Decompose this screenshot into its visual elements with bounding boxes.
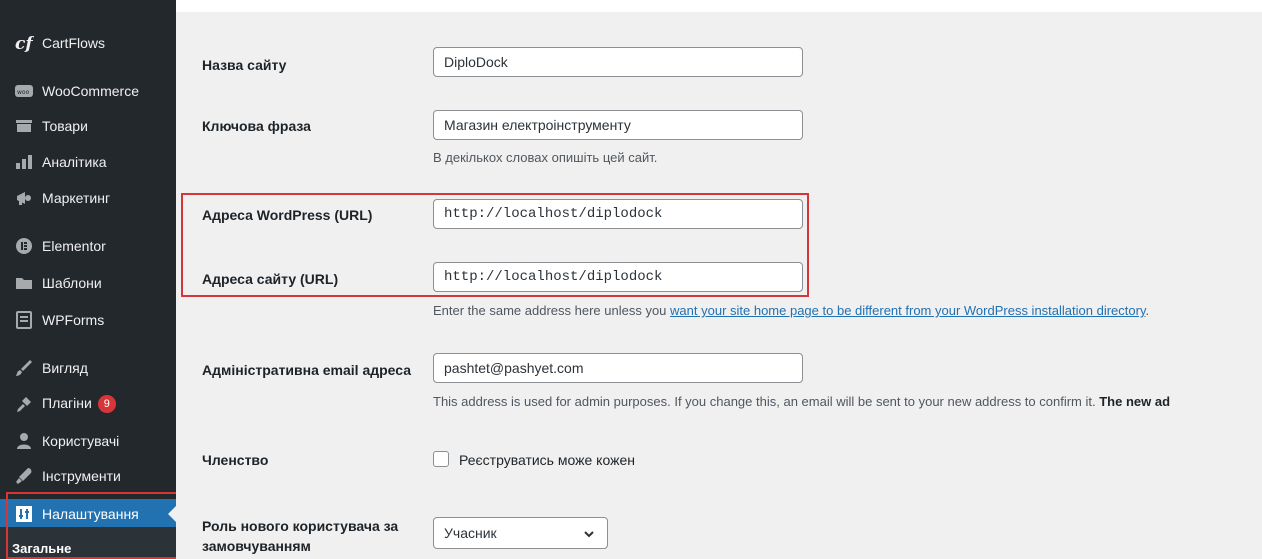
- wpforms-icon: [14, 310, 34, 330]
- admin-sidebar: cf CartFlows woo WooCommerce Товари Анал…: [0, 0, 178, 559]
- tools-icon: [14, 466, 34, 486]
- sidebar-item-marketing[interactable]: Маркетинг: [0, 183, 176, 213]
- sidebar-item-tools[interactable]: Інструменти: [0, 461, 176, 491]
- settings-icon: [14, 504, 34, 524]
- membership-label: Членство: [202, 452, 269, 468]
- users-icon: [14, 431, 34, 451]
- sidebar-item-label: Вигляд: [42, 360, 88, 376]
- tagline-description: В декількох словах опишіть цей сайт.: [433, 150, 658, 165]
- plugins-icon: [14, 394, 34, 414]
- analytics-icon: [14, 152, 34, 172]
- settings-form-area: Назва сайту DiploDock Ключова фраза Мага…: [176, 0, 1262, 559]
- site-address-input[interactable]: http://localhost/diplodock: [433, 262, 803, 292]
- sidebar-item-label: Elementor: [42, 238, 106, 254]
- chevron-down-icon: [583, 527, 595, 543]
- update-count-badge: 9: [97, 395, 116, 414]
- default-role-label-line1: Роль нового користувача за: [202, 518, 399, 534]
- cartflows-icon: cf: [14, 33, 34, 53]
- default-role-select[interactable]: Учасник: [433, 517, 608, 549]
- sidebar-item-analytics[interactable]: Аналітика: [0, 147, 176, 177]
- sidebar-item-label: Плагіни 9: [42, 395, 116, 414]
- site-title-input[interactable]: DiploDock: [433, 47, 803, 77]
- sidebar-item-label: Налаштування: [42, 506, 139, 522]
- sidebar-item-elementor[interactable]: Elementor: [0, 231, 176, 261]
- sidebar-item-plugins[interactable]: Плагіни 9: [0, 389, 176, 419]
- sidebar-item-settings[interactable]: Налаштування: [0, 499, 176, 529]
- settings-submenu: Загальне: [0, 527, 176, 559]
- sidebar-item-label: WPForms: [42, 312, 105, 328]
- site-address-description: Enter the same address here unless you w…: [433, 303, 1150, 318]
- products-icon: [14, 116, 34, 136]
- wp-address-label: Адреса WordPress (URL): [202, 207, 373, 223]
- admin-email-label: Адміністративна email адреса: [202, 362, 412, 378]
- submenu-item-general[interactable]: Загальне: [12, 541, 71, 556]
- sidebar-item-label: WooCommerce: [42, 83, 139, 99]
- sidebar-item-cartflows[interactable]: cf CartFlows: [0, 28, 176, 58]
- admin-email-input[interactable]: pashtet@pashyet.com: [433, 353, 803, 383]
- sidebar-item-label: Аналітика: [42, 154, 107, 170]
- top-bar: [176, 0, 1262, 12]
- appearance-icon: [14, 358, 34, 378]
- marketing-icon: [14, 188, 34, 208]
- wp-address-input[interactable]: http://localhost/diplodock: [433, 199, 803, 229]
- svg-text:woo: woo: [17, 89, 30, 96]
- svg-text:cf: cf: [15, 34, 34, 53]
- site-address-label: Адреса сайту (URL): [202, 271, 339, 287]
- tagline-label: Ключова фраза: [202, 118, 311, 134]
- sidebar-item-label: Користувачі: [42, 433, 120, 449]
- default-role-label-line2: замовчуванням: [202, 538, 311, 554]
- membership-checkbox-label[interactable]: Реєструватись може кожен: [459, 452, 635, 468]
- sidebar-item-label: CartFlows: [42, 35, 106, 51]
- default-role-value: Учасник: [444, 525, 497, 541]
- woocommerce-icon: woo: [14, 81, 34, 101]
- site-title-label: Назва сайту: [202, 57, 287, 73]
- folder-icon: [14, 273, 34, 293]
- sidebar-item-label: Шаблони: [42, 275, 102, 291]
- tagline-input[interactable]: Магазин електроінструменту: [433, 110, 803, 140]
- sidebar-item-woocommerce[interactable]: woo WooCommerce: [0, 76, 176, 106]
- sidebar-item-label: Інструменти: [42, 468, 121, 484]
- membership-checkbox[interactable]: [433, 451, 449, 467]
- sidebar-item-wpforms[interactable]: WPForms: [0, 305, 176, 335]
- active-indicator: [168, 506, 176, 522]
- sidebar-item-appearance[interactable]: Вигляд: [0, 353, 176, 383]
- elementor-icon: [14, 236, 34, 256]
- sidebar-item-products[interactable]: Товари: [0, 111, 176, 141]
- sidebar-item-users[interactable]: Користувачі: [0, 426, 176, 456]
- site-address-help-link[interactable]: want your site home page to be different…: [670, 303, 1145, 318]
- sidebar-item-templates[interactable]: Шаблони: [0, 268, 176, 298]
- sidebar-item-label: Маркетинг: [42, 190, 111, 206]
- admin-email-description: This address is used for admin purposes.…: [433, 394, 1171, 409]
- sidebar-item-label: Товари: [42, 118, 88, 134]
